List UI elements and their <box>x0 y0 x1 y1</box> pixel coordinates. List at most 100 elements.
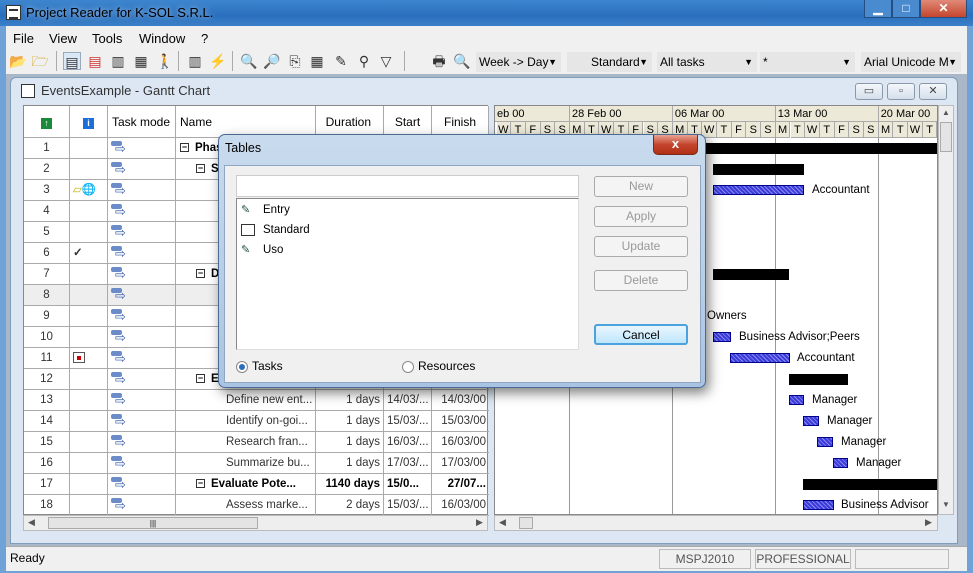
collapse-icon[interactable]: − <box>196 164 205 174</box>
open-folder-icon[interactable]: 📂 <box>9 52 27 70</box>
filter-combo[interactable]: All tasks ▼ <box>657 52 757 72</box>
summary-bar[interactable] <box>789 374 848 385</box>
scroll-right-icon[interactable]: ▶ <box>476 517 483 528</box>
list-item-standard[interactable]: Standard <box>241 220 310 240</box>
binoculars-icon[interactable]: ⚲ <box>355 52 373 70</box>
new-button[interactable]: New <box>594 176 688 197</box>
resource-icon[interactable]: 🚶 <box>156 52 174 70</box>
tables-list[interactable]: ✎ Entry Standard ✎ Uso <box>236 198 579 350</box>
zoom-out-icon[interactable]: 🔍 <box>240 52 258 70</box>
menu-view[interactable]: View <box>49 31 77 46</box>
finish-cell[interactable]: 16/03/00 <box>432 495 489 516</box>
tracking-gantt-icon[interactable]: ▤ <box>86 52 104 70</box>
scroll-left-icon[interactable]: ◀ <box>28 517 35 528</box>
summary-bar[interactable] <box>713 269 789 280</box>
table-combo[interactable]: Standard ▼ <box>567 52 652 72</box>
filter-icon[interactable]: ▽ <box>377 52 395 70</box>
close-button[interactable]: ✕ <box>920 0 967 18</box>
table-name-input[interactable] <box>236 175 579 197</box>
list-item-entry[interactable]: ✎ Entry <box>241 200 290 220</box>
collapse-icon[interactable]: − <box>196 479 205 489</box>
table-row[interactable]: 17−Evaluate Pote...1140 days15/0...27/07… <box>24 474 489 495</box>
task-bar[interactable] <box>789 395 804 405</box>
start-cell[interactable]: 15/03/... <box>384 495 432 516</box>
name-cell[interactable]: − Evaluate Pote... <box>176 474 316 495</box>
copy-icon[interactable]: ⎘ <box>286 52 304 70</box>
start-cell[interactable]: 15/03/... <box>384 411 432 432</box>
table-row[interactable]: 18 Assess marke... 2 days15/03/...16/03/00 <box>24 495 489 516</box>
columns-icon[interactable]: ▥ <box>186 52 204 70</box>
task-bar[interactable] <box>713 332 731 342</box>
collapse-icon[interactable]: − <box>196 374 205 384</box>
duration-cell[interactable]: 1 days <box>316 411 384 432</box>
duration-cell[interactable]: 2 days <box>316 495 384 516</box>
task-usage-icon[interactable]: ▥ <box>109 52 127 70</box>
task-bar[interactable] <box>803 416 819 426</box>
name-cell[interactable]: Summarize bu... <box>176 453 316 474</box>
finish-cell[interactable]: 15/03/00 <box>432 411 489 432</box>
task-bar[interactable] <box>833 458 848 468</box>
lightning-icon[interactable]: ⚡ <box>209 52 227 70</box>
collapse-icon[interactable]: − <box>196 269 205 279</box>
gantt-view-icon[interactable]: ▤ <box>63 52 81 70</box>
scroll-thumb[interactable] <box>940 122 952 152</box>
group-combo[interactable]: * ▼ <box>760 52 855 72</box>
dialog-close-button[interactable]: x <box>653 135 698 155</box>
summary-bar[interactable] <box>803 479 937 490</box>
apply-button[interactable]: Apply <box>594 206 688 227</box>
scroll-thumb[interactable] <box>519 517 533 529</box>
table-row[interactable]: 16 Summarize bu... 1 days17/03/...17/03/00 <box>24 453 489 474</box>
scroll-up-icon[interactable]: ▲ <box>942 108 950 117</box>
summary-bar[interactable] <box>713 164 804 175</box>
child-minimize-button[interactable]: ▭ <box>855 83 883 100</box>
gantt-vertical-scrollbar[interactable]: ▲ ▼ <box>938 105 954 515</box>
child-close-button[interactable]: ✕ <box>919 83 947 100</box>
menu-file[interactable]: File <box>13 31 34 46</box>
task-bar[interactable] <box>803 500 834 510</box>
list-item-uso[interactable]: ✎ Uso <box>241 240 283 260</box>
start-cell[interactable]: 17/03/... <box>384 453 432 474</box>
finish-cell[interactable]: 27/07... <box>432 474 489 495</box>
resource-sheet-icon[interactable]: ▦ <box>132 52 150 70</box>
open-web-icon[interactable]: 🗁 <box>31 52 49 70</box>
child-restore-button[interactable]: ▫ <box>887 83 915 100</box>
task-bar[interactable] <box>817 437 833 447</box>
name-cell[interactable]: Define new ent... <box>176 390 316 411</box>
task-bar[interactable] <box>713 185 804 195</box>
name-cell[interactable]: Assess marke... <box>176 495 316 516</box>
scroll-right-icon[interactable]: ▶ <box>925 517 932 528</box>
edit-icon[interactable]: ✎ <box>332 52 350 70</box>
name-cell[interactable]: Research fran... <box>176 432 316 453</box>
scroll-thumb[interactable]: ||| <box>48 517 258 529</box>
name-cell[interactable]: Identify on-goi... <box>176 411 316 432</box>
maximize-button[interactable]: □ <box>892 0 920 18</box>
table-row[interactable]: 14 Identify on-goi... 1 days15/03/...15/03… <box>24 411 489 432</box>
delete-button[interactable]: Delete <box>594 270 688 291</box>
start-cell[interactable]: 14/03/... <box>384 390 432 411</box>
table-icon[interactable]: ▦ <box>308 52 326 70</box>
timescale-combo[interactable]: Week -> Day ▼ <box>476 52 561 72</box>
font-combo[interactable]: Arial Unicode MS ▼ <box>861 52 961 72</box>
resources-radio[interactable]: Resources <box>402 359 475 373</box>
duration-cell[interactable]: 1 days <box>316 432 384 453</box>
scroll-down-icon[interactable]: ▼ <box>942 500 950 509</box>
table-row[interactable]: 15 Research fran... 1 days16/03/...16/03/0… <box>24 432 489 453</box>
task-bar[interactable] <box>730 353 790 363</box>
tasks-radio[interactable]: Tasks <box>236 359 283 373</box>
print-preview-icon[interactable]: 🔍 <box>453 52 471 70</box>
menu-tools[interactable]: Tools <box>92 31 122 46</box>
table-row[interactable]: 13 Define new ent...1 days14/03/...14/03/… <box>24 390 489 411</box>
scroll-left-icon[interactable]: ◀ <box>499 517 506 528</box>
update-button[interactable]: Update <box>594 236 688 257</box>
menu-help[interactable]: ? <box>201 31 208 46</box>
column-header-id[interactable]: ↑ <box>24 106 70 138</box>
print-icon[interactable]: 🖶 <box>430 52 448 70</box>
minimize-button[interactable]: ▁ <box>864 0 892 18</box>
cancel-button[interactable]: Cancel <box>594 324 688 345</box>
gantt-horizontal-scrollbar[interactable]: ◀ ▶ <box>494 515 938 531</box>
finish-cell[interactable]: 14/03/00 <box>432 390 489 411</box>
column-header-task-mode[interactable]: Task mode <box>108 106 176 138</box>
finish-cell[interactable]: 16/03/00 <box>432 432 489 453</box>
duration-cell[interactable]: 1 days <box>316 390 384 411</box>
zoom-in-icon[interactable]: 🔎 <box>263 52 281 70</box>
